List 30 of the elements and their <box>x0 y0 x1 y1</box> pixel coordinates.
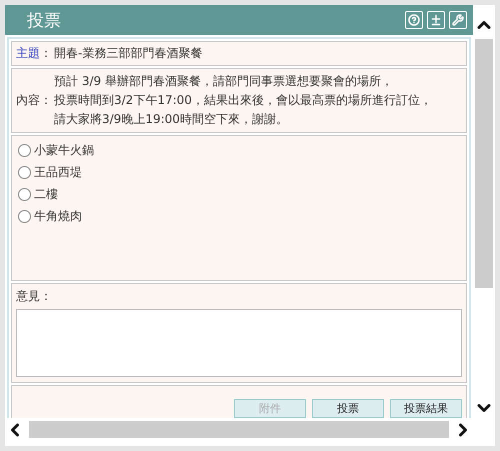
subject-label: 主題 <box>16 45 40 62</box>
content-line: 請大家將3/9晚上19:00時間空下來，謝謝。 <box>54 111 289 128</box>
scrollbar-thumb[interactable] <box>29 421 449 438</box>
comment-label: 意見： <box>16 288 53 305</box>
option-label: 王品西堤 <box>34 164 82 181</box>
vote-option[interactable]: 二樓 <box>18 186 466 203</box>
radio-button[interactable] <box>18 144 31 157</box>
radio-button[interactable] <box>18 166 31 179</box>
option-label: 二樓 <box>34 186 58 203</box>
option-label: 小蒙牛火鍋 <box>34 142 94 159</box>
radio-button[interactable] <box>18 210 31 223</box>
content-line: 投票時間到3/2下午17:00，結果出來後，會以最高票的場所進行訂位， <box>54 92 432 109</box>
plus-minus-icon[interactable] <box>427 11 445 29</box>
help-icon[interactable] <box>405 11 423 29</box>
comment-field[interactable] <box>16 309 462 377</box>
radio-button[interactable] <box>18 188 31 201</box>
wrench-icon[interactable] <box>449 11 467 29</box>
vote-option[interactable]: 王品西堤 <box>18 164 466 181</box>
action-button[interactable]: 投票結果 <box>390 399 462 418</box>
scrollbar-thumb[interactable] <box>475 39 493 288</box>
vote-option[interactable]: 牛角燒肉 <box>18 208 466 225</box>
content-line: 預計 3/9 舉辦部門春酒聚餐，請部門同事票選想要聚會的場所， <box>54 73 394 90</box>
separator: ： <box>40 45 52 62</box>
separator: ： <box>40 92 52 109</box>
content-label: 內容 <box>16 92 40 109</box>
vote-option[interactable]: 小蒙牛火鍋 <box>18 142 466 159</box>
subject-value: 開春-業務三部部門春酒聚餐 <box>54 45 202 62</box>
action-button[interactable]: 投票 <box>312 399 384 418</box>
option-label: 牛角燒肉 <box>34 208 82 225</box>
window-title: 投票 <box>27 10 61 32</box>
